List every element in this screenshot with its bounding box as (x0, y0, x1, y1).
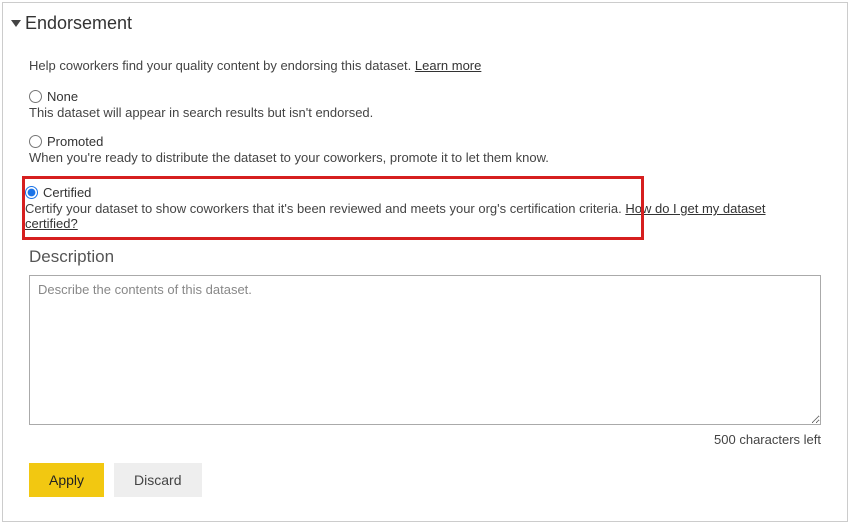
option-none-desc: This dataset will appear in search resul… (29, 105, 821, 120)
radio-none[interactable] (29, 90, 42, 103)
section-header[interactable]: Endorsement (3, 3, 847, 38)
option-promoted-desc: When you're ready to distribute the data… (29, 150, 821, 165)
radio-certified[interactable] (25, 186, 38, 199)
character-count: 500 characters left (29, 432, 821, 447)
apply-button[interactable]: Apply (29, 463, 104, 497)
help-text-body: Help coworkers find your quality content… (29, 58, 415, 73)
option-promoted-label: Promoted (47, 134, 103, 149)
option-certified-highlight: Certified Certify your dataset to show c… (25, 179, 641, 237)
option-none: None This dataset will appear in search … (29, 89, 821, 120)
radio-promoted[interactable] (29, 135, 42, 148)
learn-more-link[interactable]: Learn more (415, 58, 481, 73)
option-certified-desc: Certify your dataset to show coworkers t… (25, 201, 817, 231)
option-promoted: Promoted When you're ready to distribute… (29, 134, 821, 165)
option-none-label: None (47, 89, 78, 104)
button-row: Apply Discard (3, 447, 847, 513)
discard-button[interactable]: Discard (114, 463, 201, 497)
help-text: Help coworkers find your quality content… (29, 58, 821, 73)
section-content: Help coworkers find your quality content… (3, 38, 847, 447)
endorsement-panel: Endorsement Help coworkers find your qua… (2, 2, 848, 522)
description-title: Description (29, 247, 821, 267)
section-title: Endorsement (25, 13, 132, 34)
caret-down-icon (11, 20, 21, 27)
option-certified-label: Certified (43, 185, 91, 200)
option-certified-desc-text: Certify your dataset to show coworkers t… (25, 201, 625, 216)
description-textarea[interactable] (29, 275, 821, 425)
